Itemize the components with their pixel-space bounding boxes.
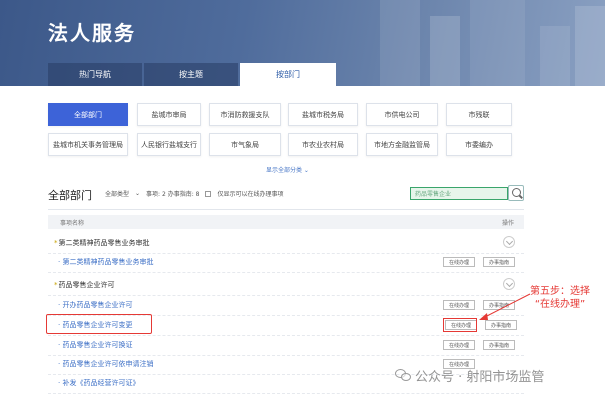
banner-building [380,0,420,86]
dept-button[interactable]: 盐城市审局 [137,103,201,126]
dept-button[interactable]: 人民银行盐城支行 [137,133,201,156]
dept-button[interactable]: 市委编办 [446,133,512,156]
filter-bar: 全部类型 ⌄ 事项: 2 办事指南: 8 仅显示可以在线办理事项 [105,189,289,198]
group-label[interactable]: *第二类精神药品零售业务审批 [54,238,150,248]
banner-building [430,16,460,86]
annotation-line2: “在线办理” [534,299,586,310]
dept-button[interactable]: 市地方金融监管局 [366,133,438,156]
item-label[interactable]: · 第二类精神药品零售业务审批 [58,257,153,267]
annotation-line1: 第五步：选择 [530,286,590,297]
item-label[interactable]: · 开办药品零售企业许可 [58,300,132,310]
item-label[interactable]: · 药品零售企业许可换证 [58,340,132,350]
guide-button[interactable]: 办事指南 [483,340,515,350]
chevron-down-icon: ⌄ [135,190,141,197]
search-button[interactable] [508,185,524,201]
table-row: · 第二类精神药品零售业务审批 在线办理 办事指南 [48,257,524,273]
banner-building [540,26,570,86]
page-title: 法人服务 [48,21,136,45]
dept-button[interactable]: 市供电公司 [366,103,438,126]
guide-button[interactable]: 办事指南 [483,300,515,310]
service-tabs: 热门导航 按主题 按部门 [48,63,338,86]
section-title: 全部部门 [48,189,92,202]
item-label[interactable]: · 药品零售企业许可依申请注销 [58,359,153,369]
item-label[interactable]: · 补发《药品经营许可证》 [58,378,139,388]
tab-by-theme[interactable]: 按主题 [144,63,238,86]
wechat-icon [395,369,411,382]
tab-hot-navigation[interactable]: 热门导航 [48,63,142,86]
guide-button[interactable]: 办事指南 [485,320,517,330]
dept-button[interactable]: 盐城市税务局 [288,103,358,126]
column-name-header: 事项名称 [60,220,85,227]
highlight-box [46,314,152,334]
header-banner: 法人服务 热门导航 按主题 按部门 [0,0,605,86]
table-group-row: *第二类精神药品零售业务审批 [48,236,524,254]
chevron-down-icon[interactable] [503,278,515,290]
table-row: · 药品零售企业许可换证 在线办理 办事指南 [48,340,524,356]
dept-button[interactable]: 市气象局 [209,133,281,156]
group-label[interactable]: *药品零售企业许可 [54,280,115,290]
expand-all-categories-link[interactable]: 显示全部分类 ⌄ [266,165,309,174]
dept-all[interactable]: 全部部门 [48,103,128,126]
dept-button[interactable]: 市消防救援支队 [209,103,281,126]
table-group-row: *药品零售企业许可 [48,278,524,296]
online-handle-button[interactable]: 在线办理 [443,257,475,267]
online-only-checkbox[interactable] [205,190,212,197]
search-input[interactable]: 药品零售企业 [410,187,508,200]
watermark: 公众号 · 射阳市场监管 [395,366,544,385]
online-only-label: 仅显示可以在线办理事项 [217,191,284,198]
step-annotation: 第五步：选择 “在线办理” [530,285,590,311]
table-header: 事项名称 操作 [48,215,524,229]
banner-building [575,6,605,86]
column-operation-header: 操作 [501,220,514,227]
dept-button[interactable]: 市残联 [446,103,512,126]
tab-by-department[interactable]: 按部门 [240,63,336,86]
banner-building [470,0,525,86]
highlight-box-online-button [443,318,477,332]
guide-button[interactable]: 办事指南 [483,257,515,267]
dept-button[interactable]: 盐城市机关事务管理局 [48,133,128,156]
dept-button[interactable]: 市农业农村局 [288,133,358,156]
chevron-down-icon[interactable] [503,236,515,248]
type-select[interactable]: 全部类型 [105,189,129,198]
online-handle-button[interactable]: 在线办理 [443,340,475,350]
online-handle-button[interactable]: 在线办理 [443,300,475,310]
item-count: 事项: 2 办事指南: 8 [146,191,200,198]
divider [48,209,524,210]
watermark-text: 公众号 · 射阳市场监管 [415,370,545,385]
